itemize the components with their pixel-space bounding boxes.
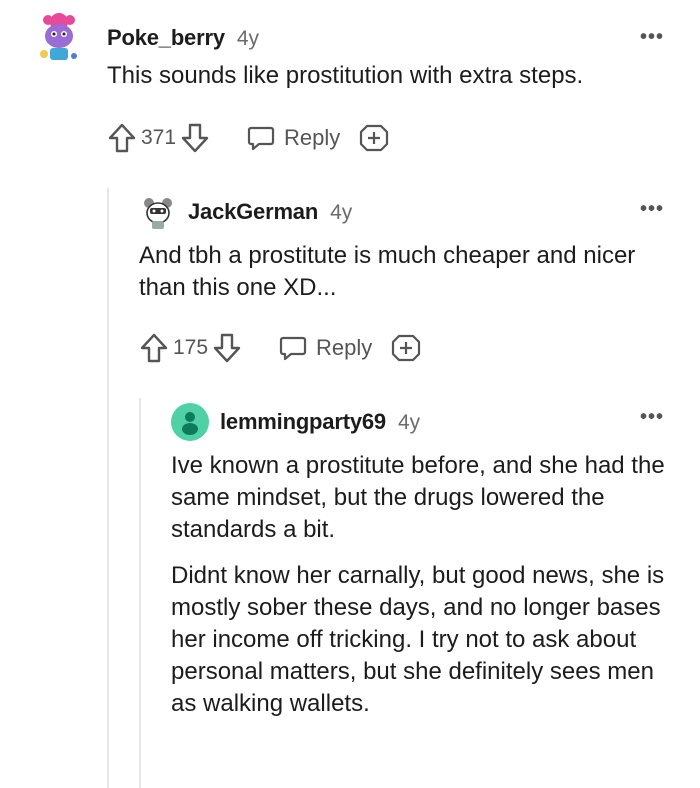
upvote-icon[interactable] — [107, 122, 137, 154]
avatar[interactable] — [171, 403, 209, 441]
reply-icon — [279, 336, 307, 361]
timestamp: 4y — [330, 201, 353, 224]
reply-button[interactable]: Reply — [246, 123, 340, 153]
timestamp: 4y — [397, 411, 421, 434]
comment-text: This sounds like prostitution with extra… — [107, 62, 584, 89]
reply-button[interactable]: Reply — [278, 333, 372, 363]
award-icon[interactable] — [358, 122, 390, 154]
comment-text: Didnt know her carnally, but good news, … — [171, 562, 665, 717]
avatar[interactable] — [140, 195, 176, 231]
thread-line-level1 — [107, 188, 109, 788]
downvote-icon[interactable] — [180, 122, 210, 154]
upvote-icon[interactable] — [139, 332, 169, 364]
timestamp: 4y — [236, 27, 260, 50]
username[interactable]: lemmingparty69 — [220, 409, 386, 435]
avatar[interactable] — [36, 12, 82, 64]
reply-label: Reply — [316, 335, 373, 360]
downvote-icon[interactable] — [212, 332, 242, 364]
comment-text: And tbh a prostitute is much cheaper and… — [139, 242, 636, 301]
more-options-icon[interactable]: ••• — [640, 406, 664, 429]
more-options-icon[interactable]: ••• — [640, 198, 664, 221]
username[interactable]: JackGerman — [188, 199, 318, 225]
award-icon[interactable] — [390, 332, 422, 364]
reply-label: Reply — [284, 125, 341, 150]
more-options-icon[interactable]: ••• — [640, 26, 664, 49]
comment-text: Ive known a prostitute before, and she h… — [171, 452, 665, 543]
username[interactable]: Poke_berry — [107, 25, 225, 51]
thread-line-level2 — [139, 398, 141, 788]
reply-icon — [247, 126, 275, 151]
vote-count: 175 — [173, 336, 209, 359]
vote-count: 371 — [141, 126, 177, 149]
